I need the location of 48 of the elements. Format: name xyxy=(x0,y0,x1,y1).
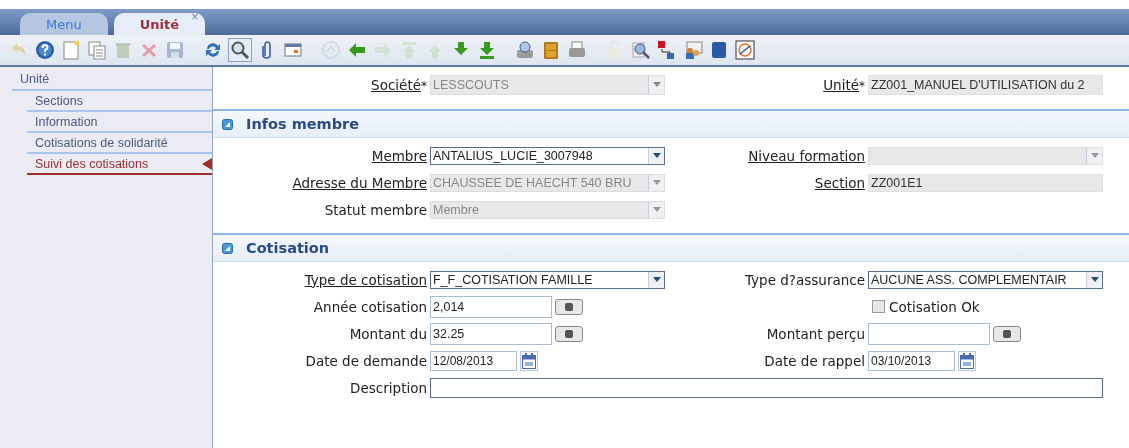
input-field[interactable] xyxy=(868,322,990,345)
sidebar-item[interactable]: Suivi des cotisations xyxy=(27,154,212,175)
caret-icon[interactable] xyxy=(1090,277,1099,282)
field-label: Type d?assurance xyxy=(744,271,865,288)
dropdown[interactable]: ANTALIUS_LUCIE_3007948 xyxy=(430,146,665,165)
calendar-icon[interactable] xyxy=(958,350,976,371)
input-field[interactable] xyxy=(430,377,1103,398)
sidebar-item[interactable]: Sections xyxy=(27,91,212,112)
calculator-button[interactable] xyxy=(555,325,583,342)
calculator-icon xyxy=(564,301,574,312)
sidebar-item[interactable]: Cotisations de solidarité xyxy=(27,133,212,154)
search-icon[interactable] xyxy=(228,38,252,62)
required-mark: * xyxy=(421,78,427,93)
caret-icon[interactable] xyxy=(652,277,661,282)
checkbox[interactable]: Cotisation Ok xyxy=(872,298,980,315)
collapse-icon[interactable] xyxy=(222,242,233,254)
field-label: Date de demande xyxy=(305,352,427,369)
calendar-icon[interactable] xyxy=(520,350,538,371)
date-field[interactable]: 12/08/2013 xyxy=(430,350,517,371)
section-title: Infos membre xyxy=(246,116,360,132)
calculator-icon xyxy=(564,328,574,339)
dropdown[interactable]: F_F_COTISATION FAMILLE xyxy=(430,270,665,289)
field-label: Année cotisation xyxy=(313,298,427,315)
input-field[interactable]: 2,014 xyxy=(430,295,552,318)
field-label: Statut membre xyxy=(324,201,427,218)
section-title: Cotisation xyxy=(246,240,330,256)
caret-icon[interactable] xyxy=(652,153,661,158)
zoom-icon[interactable] xyxy=(630,39,652,61)
required-mark: * xyxy=(859,78,865,93)
date-field[interactable]: 03/10/2013 xyxy=(868,350,955,371)
field-label: Date de rappel xyxy=(764,352,865,369)
field-label[interactable]: Membre xyxy=(371,147,427,164)
field-label: Montant du xyxy=(349,325,427,342)
calculator-button[interactable] xyxy=(993,325,1021,342)
copy-icon[interactable] xyxy=(86,39,108,61)
sidebar-heading[interactable]: Unité xyxy=(12,71,212,91)
field-label: Description xyxy=(350,379,427,396)
sidebar-item[interactable]: Information xyxy=(27,112,212,133)
print-preview-icon[interactable] xyxy=(514,39,536,61)
calculator-button[interactable] xyxy=(555,298,583,315)
help-icon[interactable] xyxy=(34,39,56,61)
field-label[interactable]: Type de cotisation xyxy=(304,271,427,288)
calculator-icon xyxy=(1002,328,1012,339)
field-label: Montant perçu xyxy=(766,325,865,342)
dropdown[interactable]: AUCUNE ASS. COMPLEMENTAIR xyxy=(868,270,1103,289)
input-field[interactable]: 32.25 xyxy=(430,322,552,345)
tab[interactable]: Unité × xyxy=(113,13,205,35)
collapse-icon[interactable] xyxy=(222,118,233,130)
